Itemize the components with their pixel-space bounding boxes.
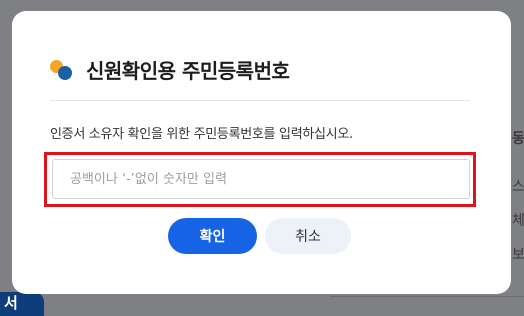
logo-blue-dot xyxy=(58,66,72,80)
background-text-fragment: 보 xyxy=(512,247,524,263)
background-text-fragment: 체 xyxy=(512,213,524,229)
background-text-fragment: 동 xyxy=(512,131,524,147)
identity-verification-dialog: 신원확인용 주민등록번호 인증서 소유자 확인을 위한 주민등록번호를 입력하십… xyxy=(12,11,511,294)
resident-number-input[interactable] xyxy=(52,159,470,199)
background-text-fragment: 스 xyxy=(512,179,524,195)
brand-dots-icon xyxy=(50,58,76,84)
dialog-title: 신원확인용 주민등록번호 xyxy=(86,59,290,83)
cancel-button[interactable]: 취소 xyxy=(265,218,351,254)
background-divider xyxy=(330,296,524,297)
background-button-label: 서 xyxy=(4,294,18,312)
title-divider xyxy=(50,100,470,101)
dialog-description: 인증서 소유자 확인을 위한 주민등록번호를 입력하십시오. xyxy=(50,127,353,142)
confirm-button[interactable]: 확인 xyxy=(168,218,257,254)
